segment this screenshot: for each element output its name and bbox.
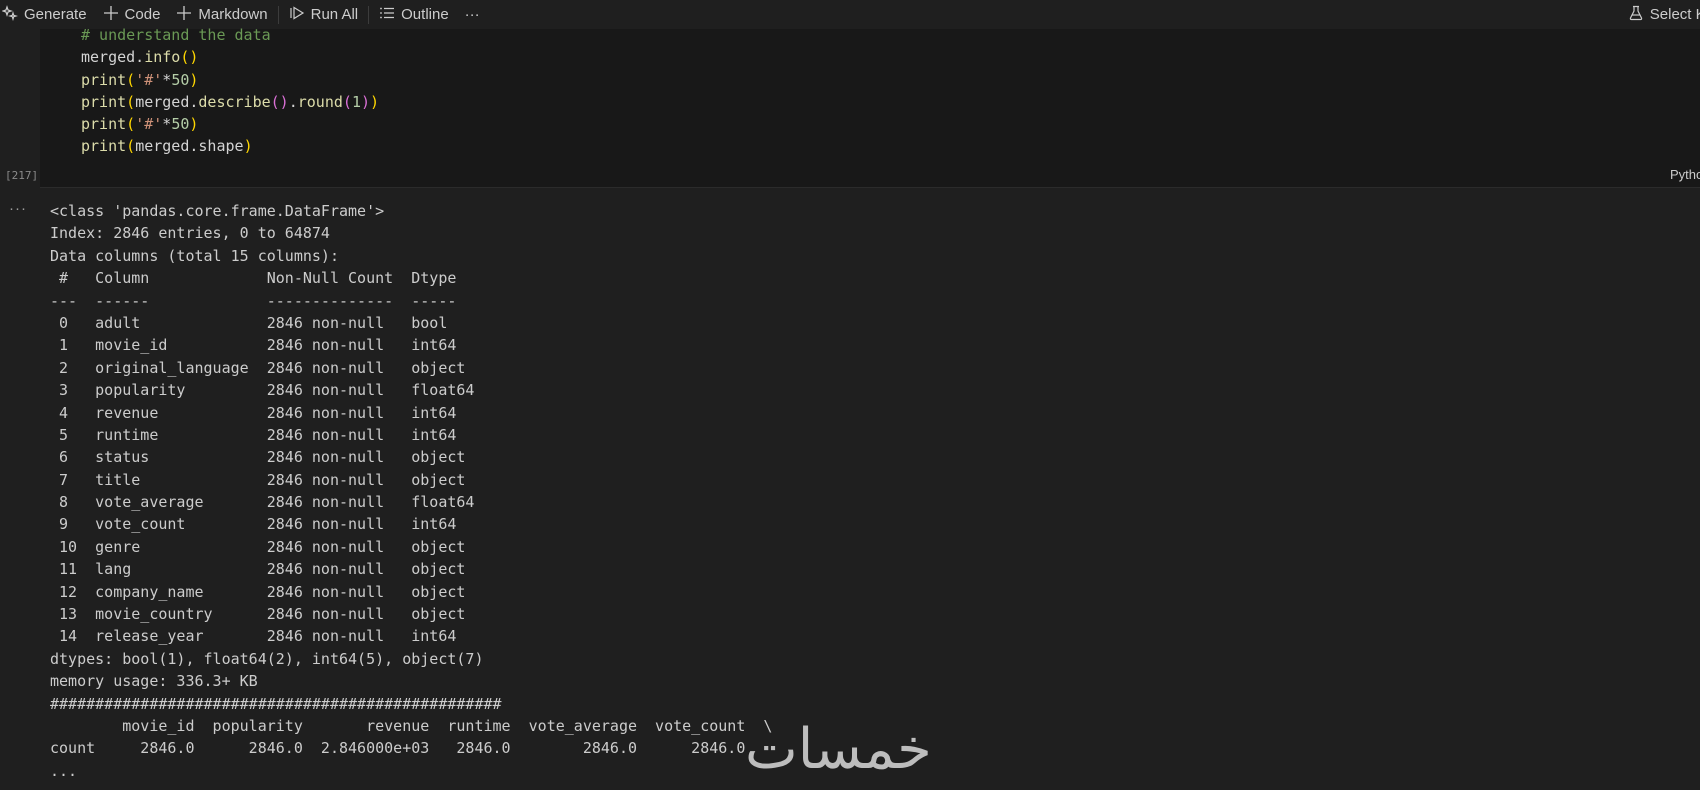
code-line-print-hash: print('#'*50)	[81, 69, 379, 91]
code-token: info	[144, 48, 181, 67]
code-line-info: merged.info()	[81, 46, 379, 68]
outline-label: Outline	[401, 6, 449, 23]
kernel-icon	[1628, 5, 1644, 25]
select-kernel-button[interactable]: Select Ke	[1620, 0, 1700, 29]
sparkle-icon	[1, 4, 19, 25]
output-line: count 2846.0 2846.0 2.846000e+03 2846.0 …	[50, 739, 764, 758]
code-token: '#'	[135, 115, 163, 134]
code-line-shape: print(merged.shape)	[81, 135, 379, 157]
list-icon	[379, 5, 395, 25]
plus-icon	[103, 5, 119, 25]
cell-output: <class 'pandas.core.frame.DataFrame'> Ind…	[50, 200, 772, 782]
code-token: describe	[198, 92, 271, 111]
output-line: memory usage: 336.3+ KB	[50, 672, 258, 691]
code-line-print-hash: print('#'*50)	[81, 113, 379, 135]
code-editor[interactable]: # understand the data merged.info() print(…	[81, 24, 379, 158]
code-token: (	[126, 115, 136, 134]
execution-count: [217]	[5, 169, 39, 182]
output-line: 2 original_language 2846 non-null object	[50, 358, 475, 377]
output-line: --- ------ -------------- -----	[50, 291, 475, 310]
code-token: 50	[171, 115, 190, 134]
run-all-label: Run All	[310, 6, 359, 23]
code-token: 50	[171, 70, 190, 89]
code-token: )	[370, 92, 380, 111]
code-token: ()	[270, 92, 289, 111]
output-line: ########################################…	[50, 694, 502, 713]
code-token: round	[297, 92, 343, 111]
code-token: (	[126, 70, 136, 89]
output-line: 9 vote_count 2846 non-null int64	[50, 515, 475, 534]
code-token: print	[81, 92, 127, 111]
output-line: dtypes: bool(1), float64(2), int64(5), o…	[50, 649, 484, 668]
code-token: print	[81, 137, 127, 156]
toolbar-divider	[277, 5, 279, 24]
output-line: Data columns (total 15 columns):	[50, 246, 339, 265]
output-line: 11 lang 2846 non-null object	[50, 560, 475, 579]
output-line: ...	[50, 761, 78, 780]
code-line-describe: print(merged.describe().round(1))	[81, 91, 379, 113]
generate-label: Generate	[24, 6, 87, 23]
output-line: 7 title 2846 non-null object	[50, 470, 475, 489]
code-token: '#'	[135, 70, 163, 89]
plus-icon	[176, 5, 192, 25]
code-token: )	[243, 137, 253, 156]
code-token: )	[189, 115, 199, 134]
code-cell[interactable]: # understand the data merged.info() print(…	[40, 26, 1700, 188]
output-line: 5 runtime 2846 non-null int64	[50, 425, 475, 444]
code-token: print	[81, 70, 127, 89]
code-token: )	[360, 92, 370, 111]
outline-button[interactable]: Outline	[371, 0, 457, 29]
code-label: Code	[124, 6, 161, 23]
output-line: 0 adult 2846 non-null bool	[50, 313, 475, 332]
code-token: merged.	[81, 48, 145, 67]
output-line: 1 movie_id 2846 non-null int64	[50, 336, 475, 355]
output-line: movie_id popularity revenue runtime vote…	[50, 716, 773, 735]
code-token: merged.	[135, 92, 199, 111]
select-kernel-label: Select Ke	[1649, 6, 1700, 23]
more-actions-button[interactable]: ···	[457, 0, 488, 29]
output-line: 10 genre 2846 non-null object	[50, 537, 475, 556]
cell-language-label[interactable]: Pytho	[1670, 167, 1700, 182]
code-token: (	[126, 137, 136, 156]
code-token: *	[162, 115, 172, 134]
code-token: 1	[351, 92, 361, 111]
code-token: )	[189, 70, 199, 89]
code-token: (	[126, 92, 136, 111]
more-label: ···	[464, 6, 480, 23]
toolbar-divider	[368, 5, 370, 24]
output-line: 3 popularity 2846 non-null float64	[50, 381, 475, 400]
output-line: 6 status 2846 non-null object	[50, 448, 475, 467]
run-all-icon	[289, 5, 305, 25]
code-token: ()	[180, 48, 199, 67]
watermark-logo: خمسات	[745, 717, 932, 782]
output-line: 13 movie_country 2846 non-null object	[50, 605, 475, 624]
code-token: (	[342, 92, 352, 111]
code-token: merged.shape	[135, 137, 244, 156]
output-line: # Column Non-Null Count Dtype	[50, 269, 475, 288]
code-token: *	[162, 70, 172, 89]
code-token: .	[288, 92, 298, 111]
code-token: print	[81, 115, 127, 134]
output-line: 12 company_name 2846 non-null object	[50, 582, 475, 601]
output-line: <class 'pandas.core.frame.DataFrame'>	[50, 202, 385, 220]
output-line: 8 vote_average 2846 non-null float64	[50, 493, 475, 512]
output-line: Index: 2846 entries, 0 to 64874	[50, 224, 330, 243]
output-more-button[interactable]: ···	[9, 200, 27, 217]
markdown-label: Markdown	[198, 6, 268, 23]
output-line: 4 revenue 2846 non-null int64	[50, 403, 475, 422]
output-line: 14 release_year 2846 non-null int64	[50, 627, 475, 646]
code-line-comment: # understand the data	[81, 26, 271, 44]
